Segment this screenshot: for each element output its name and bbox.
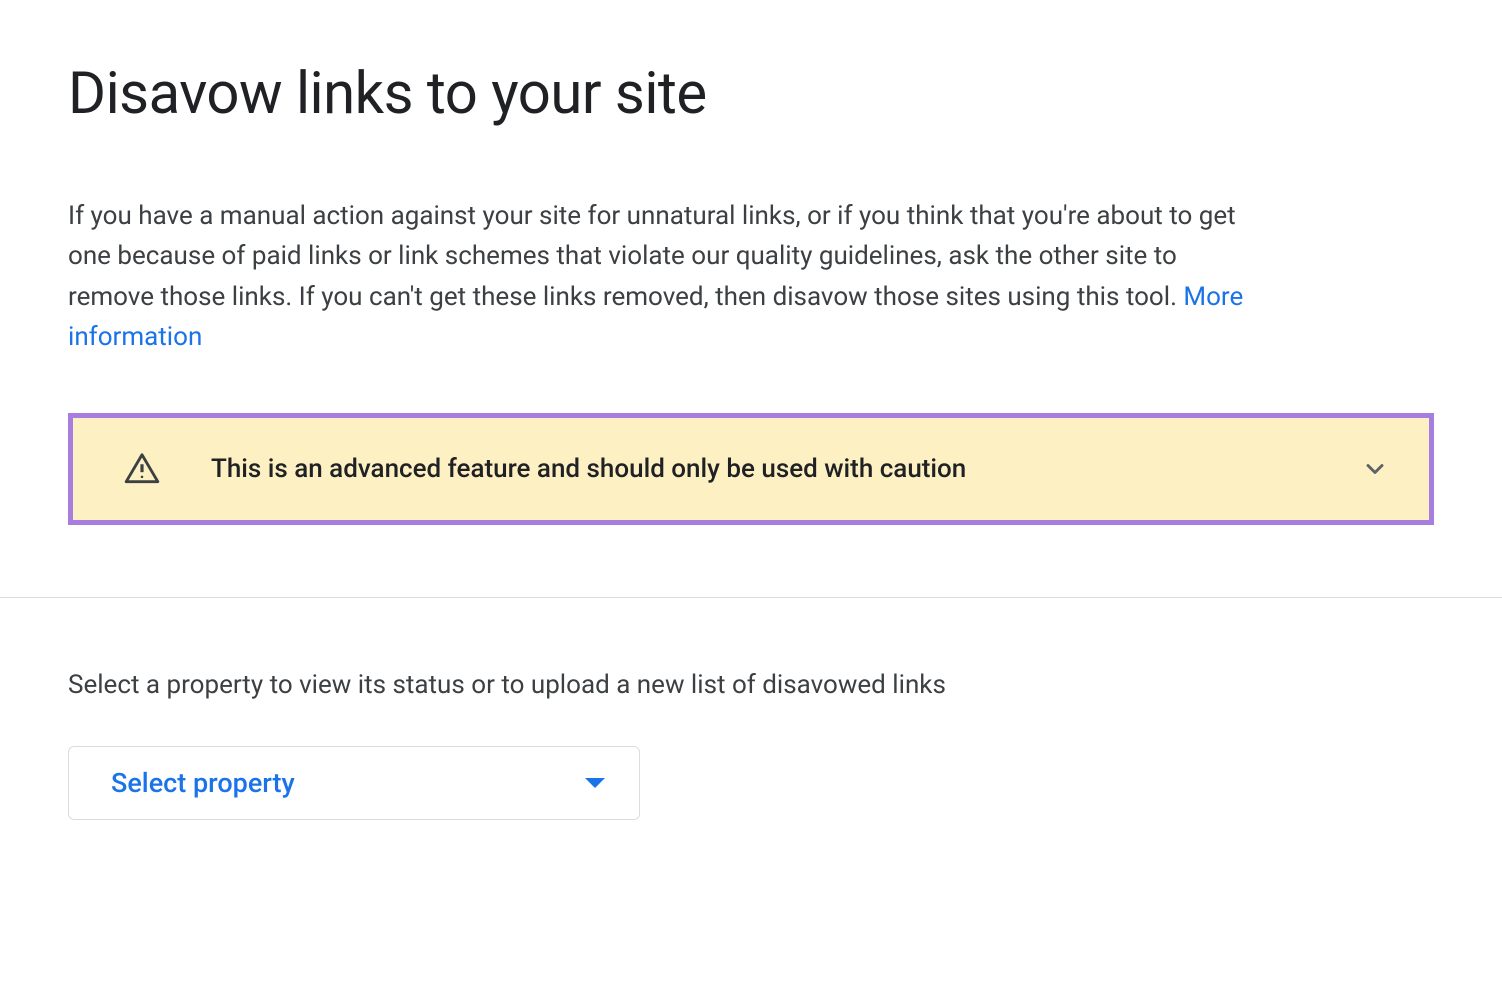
dropdown-caret-icon bbox=[585, 778, 605, 788]
select-property-label: Select a property to view its status or … bbox=[68, 670, 1434, 700]
warning-text: This is an advanced feature and should o… bbox=[211, 454, 1361, 484]
warning-banner[interactable]: This is an advanced feature and should o… bbox=[68, 413, 1434, 525]
select-property-dropdown[interactable]: Select property bbox=[68, 746, 640, 820]
page-title: Disavow links to your site bbox=[68, 60, 1434, 128]
chevron-down-icon bbox=[1361, 455, 1389, 483]
warning-triangle-icon bbox=[123, 450, 161, 488]
page-description: If you have a manual action against your… bbox=[68, 196, 1268, 357]
description-text: If you have a manual action against your… bbox=[68, 201, 1236, 312]
select-property-text: Select property bbox=[111, 767, 295, 799]
